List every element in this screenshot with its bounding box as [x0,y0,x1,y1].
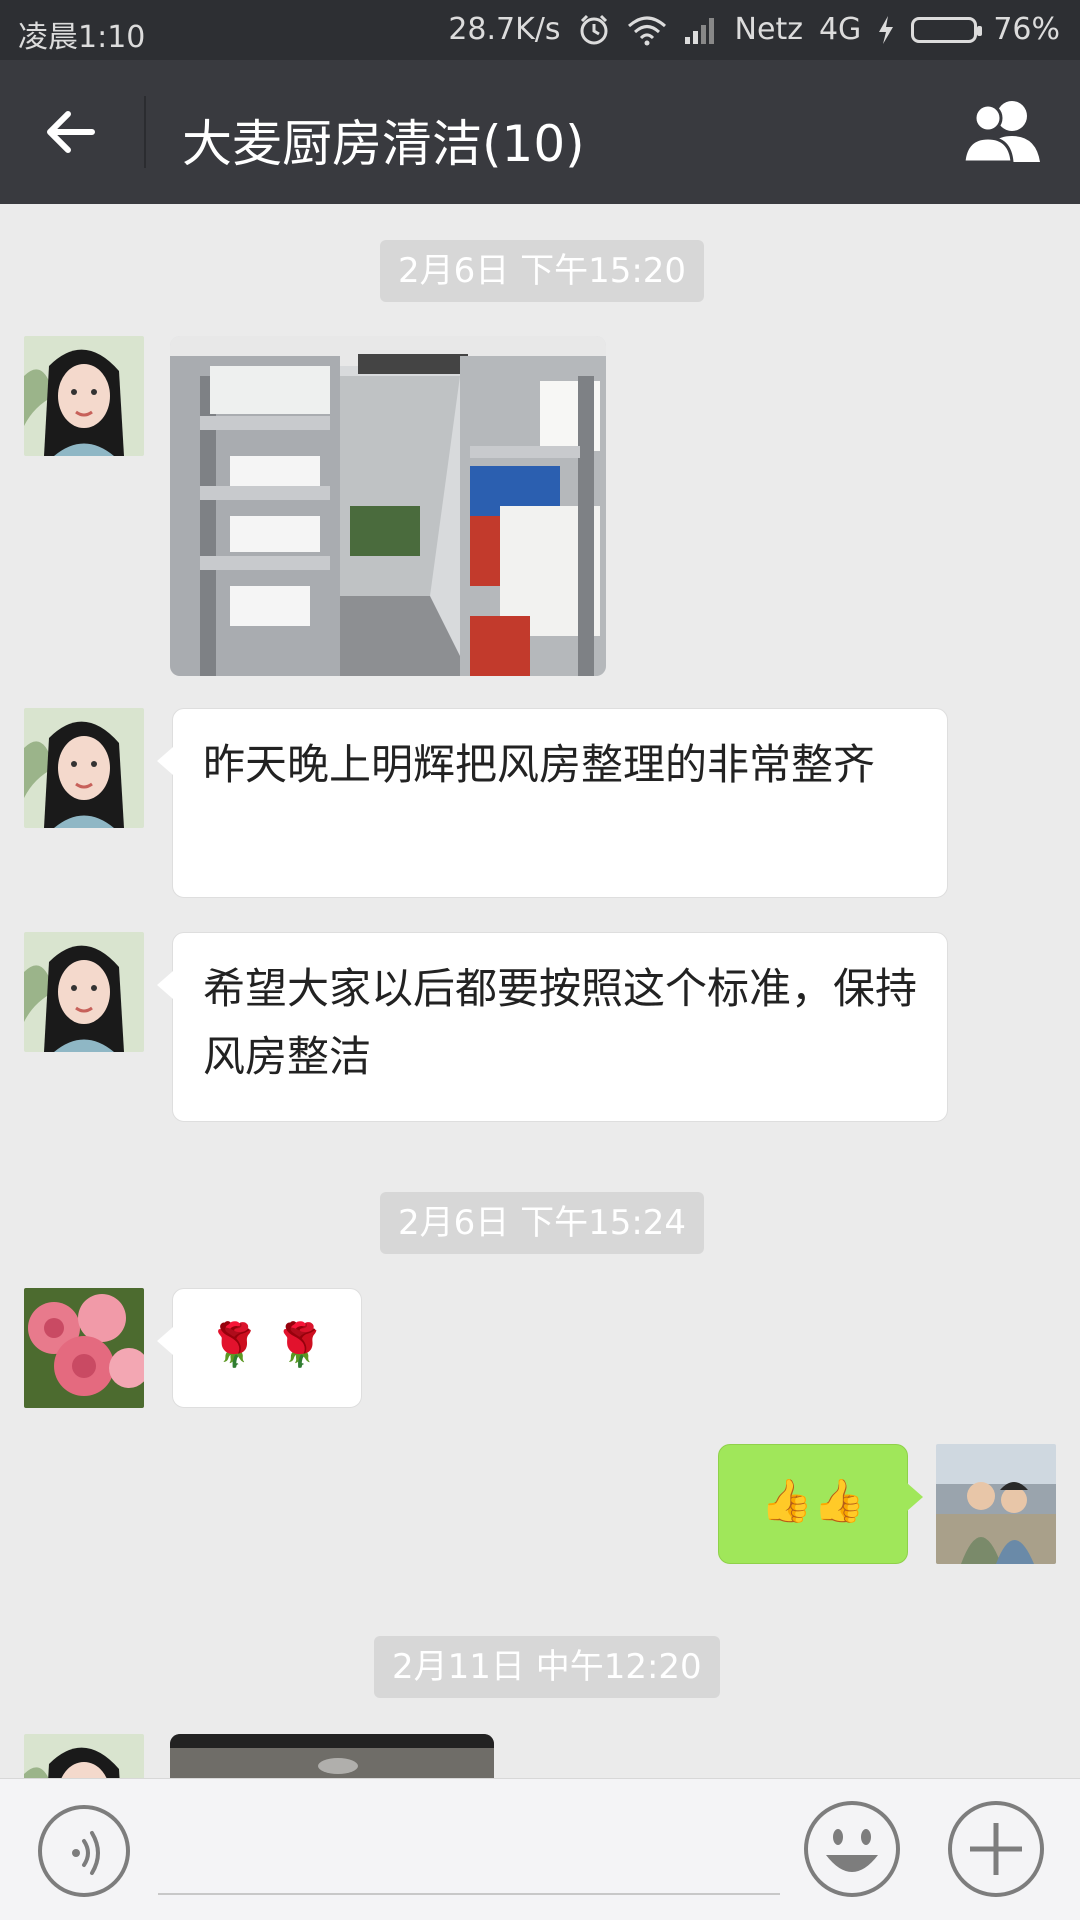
avatar[interactable] [24,336,144,456]
battery-percent: 76% [993,12,1060,47]
timestamp: 2月6日 下午15:24 [380,1192,705,1254]
wifi-icon [627,14,667,46]
timestamp: 2月6日 下午15:20 [380,240,705,302]
message-text: 🌹 🌹 [208,1320,326,1369]
status-time: 凌晨1:10 [18,20,146,55]
carrier-name: Netz [734,12,803,47]
photo-message[interactable] [170,1734,494,1778]
status-bar: 凌晨1:10 28.7K/s Netz 4G 76% [0,0,1080,60]
message-input[interactable] [158,1893,780,1895]
avatar[interactable] [24,1288,144,1408]
sent-message[interactable]: 👍👍 [718,1444,923,1564]
signal-icon [683,15,719,45]
input-bar [0,1778,1080,1920]
battery-icon [911,16,983,43]
status-right: 28.7K/s Netz 4G 76% [448,12,1060,47]
chat-header: 大麦厨房清洁(10) [0,60,1080,204]
avatar[interactable] [24,708,144,828]
title-divider [144,96,146,168]
voice-icon[interactable] [36,1803,132,1899]
message-text: 昨天晚上明辉把风房整理的非常整齐 [203,740,876,789]
text-message[interactable]: 希望大家以后都要按照这个标准，保持风房整洁 [157,932,948,1122]
group-members-icon[interactable] [960,96,1044,168]
message-list[interactable]: 2月6日 下午15:20 昨天晚上明辉把风房整理的非常整齐 希望大家以后都要按照… [0,204,1080,1778]
photo-message[interactable] [170,336,606,676]
chat-title: 大麦厨房清洁(10) [182,115,585,173]
my-avatar[interactable] [936,1444,1056,1564]
emoji-icon[interactable] [802,1799,902,1899]
alarm-icon [577,13,611,47]
emoji-message[interactable]: 🌹 🌹 [157,1288,362,1408]
network-type: 4G [818,12,862,47]
text-message[interactable]: 昨天晚上明辉把风房整理的非常整齐 [157,708,948,898]
avatar[interactable] [24,932,144,1052]
timestamp: 2月11日 中午12:20 [374,1636,720,1698]
network-speed: 28.7K/s [448,12,561,47]
message-text: 希望大家以后都要按照这个标准，保持风房整洁 [203,964,918,1081]
back-arrow-icon[interactable] [40,100,104,164]
avatar[interactable] [24,1734,144,1778]
message-text: 👍👍 [760,1476,866,1525]
plus-icon[interactable] [946,1799,1046,1899]
charging-icon [877,15,895,45]
